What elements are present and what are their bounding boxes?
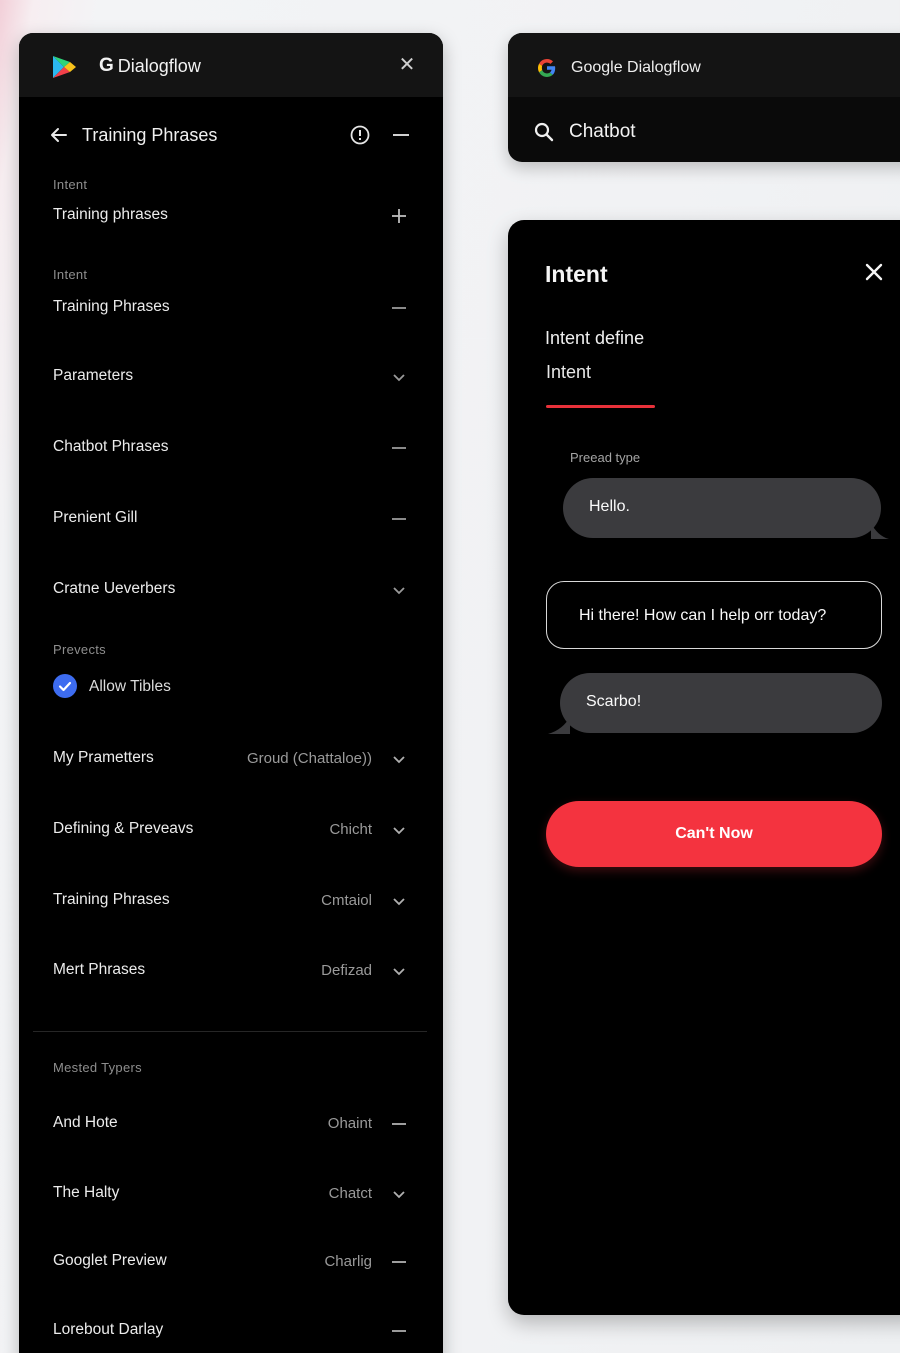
message-text: Hello. [589, 498, 630, 515]
chat-bubble-bot: Hi there! How can I help orr today? [546, 581, 882, 649]
alert-icon[interactable] [349, 124, 371, 146]
row-allow-tibles[interactable]: Allow Tibles [19, 668, 443, 712]
bubble-tail [548, 716, 570, 734]
row-and-hote[interactable]: And Hote Ohaint [19, 1102, 443, 1146]
row-lorebout-darlay[interactable]: Lorebout Darlay [19, 1309, 443, 1353]
plus-icon[interactable] [389, 204, 409, 228]
play-logo-icon [53, 56, 76, 78]
search-card-titlebar: Google Dialogflow [508, 33, 900, 97]
row-label: Training Phrases [53, 298, 170, 315]
chevron-down-icon[interactable] [389, 578, 409, 602]
brand-title: G Dialogflow [99, 55, 201, 77]
row-value: Defizad [321, 962, 372, 979]
row-value: Chicht [329, 821, 372, 838]
checkbox-checked-icon[interactable] [53, 674, 77, 698]
g-mark: G [99, 55, 114, 76]
tab-intent[interactable]: Intent [546, 362, 591, 383]
collapse-icon[interactable] [389, 123, 413, 147]
row-training-phrases-3[interactable]: Training Phrases Cmtaiol [19, 879, 443, 923]
bubble-tail [871, 523, 889, 539]
chevron-down-icon[interactable] [389, 959, 409, 983]
cant-now-button[interactable]: Can't Now [546, 801, 882, 867]
row-label: Mert Phrases [53, 961, 146, 978]
panel-header: Training Phrases [19, 113, 443, 157]
row-label: Chatbot Phrases [53, 438, 169, 455]
row-defining-preveavs[interactable]: Defining & Preveavs Chicht [19, 808, 443, 852]
row-label: The Halty [53, 1184, 120, 1201]
message-text: Scarbo! [586, 693, 642, 710]
row-label: Training Phrases [53, 891, 170, 908]
chat-bubble-user: Scarbo! [548, 673, 882, 734]
search-icon[interactable] [533, 121, 555, 143]
row-training-phrases-2[interactable]: Training Phrases [19, 286, 443, 330]
section-label-prevects: Prevects [53, 642, 106, 657]
chevron-down-icon[interactable] [389, 889, 409, 913]
panel-titlebar: G Dialogflow ✕ [19, 33, 443, 97]
message-text: Hi there! How can I help orr today? [579, 607, 827, 624]
chevron-down-icon[interactable] [389, 747, 409, 771]
row-my-prametters[interactable]: My Prametters Groud (Chattaloe)) [19, 737, 443, 781]
row-label: And Hote [53, 1114, 118, 1131]
row-value: Groud (Chattaloe)) [246, 750, 372, 767]
row-training-phrases[interactable]: Training phrases [19, 194, 443, 238]
minus-icon[interactable] [389, 1319, 409, 1343]
row-value: Ohaint [327, 1115, 372, 1132]
row-value: Chatct [328, 1185, 372, 1202]
row-label: Defining & Preveavs [53, 820, 194, 837]
row-mert-phrases[interactable]: Mert Phrases Defizad [19, 949, 443, 993]
row-label: Cratne Ueverbers [53, 580, 176, 597]
intent-card: Intent Intent define Intent Preead type … [508, 220, 900, 1315]
intent-title: Intent [545, 261, 608, 287]
minus-icon[interactable] [389, 436, 409, 460]
close-icon[interactable]: ✕ [397, 55, 417, 75]
row-parameters[interactable]: Parameters [19, 355, 443, 399]
chevron-down-icon[interactable] [389, 365, 409, 389]
minus-icon[interactable] [389, 1250, 409, 1274]
row-label: Training phrases [53, 206, 168, 223]
section-label-intent-2: Intent [53, 267, 88, 282]
row-label: Prenient Gill [53, 509, 138, 526]
minus-icon[interactable] [389, 296, 409, 320]
settings-panel: G Dialogflow ✕ Training Phrases Intent T… [19, 33, 443, 1353]
row-label: Allow Tibles [89, 678, 171, 695]
row-value: Charlig [324, 1253, 372, 1270]
close-icon[interactable] [862, 260, 886, 284]
chat-bubble-user: Hello. [563, 478, 889, 539]
brand-name: Dialogflow [117, 55, 201, 76]
chevron-down-icon[interactable] [389, 1182, 409, 1206]
row-the-halty[interactable]: The Halty Chatct [19, 1172, 443, 1216]
active-tab-indicator [546, 405, 655, 408]
minus-icon[interactable] [389, 507, 409, 531]
section-label-intent: Intent [53, 177, 88, 192]
search-card: Google Dialogflow Chatbot [508, 33, 900, 162]
row-cratne-ueverbers[interactable]: Cratne Ueverbers [19, 568, 443, 612]
row-value: Cmtaiol [321, 892, 372, 909]
section-label-mested-typers: Mested Typers [53, 1060, 142, 1075]
row-label: Lorebout Darlay [53, 1321, 164, 1338]
google-logo-icon [538, 59, 556, 77]
row-label: My Prametters [53, 749, 154, 766]
search-input[interactable]: Chatbot [569, 121, 636, 143]
row-prenient-gill[interactable]: Prenient Gill [19, 497, 443, 541]
row-label: Parameters [53, 367, 134, 384]
row-googlet-preview[interactable]: Googlet Preview Charlig [19, 1240, 443, 1284]
chevron-down-icon[interactable] [389, 818, 409, 842]
back-arrow-icon[interactable] [47, 123, 71, 147]
page-title: Training Phrases [82, 125, 218, 145]
intent-subtitle: Intent define [545, 328, 645, 348]
minus-icon[interactable] [389, 1112, 409, 1136]
divider [33, 1031, 427, 1032]
brand-name: Google Dialogflow [571, 59, 701, 76]
row-chatbot-phrases[interactable]: Chatbot Phrases [19, 426, 443, 470]
message-caption: Preead type [570, 450, 641, 465]
row-label: Googlet Preview [53, 1252, 167, 1269]
